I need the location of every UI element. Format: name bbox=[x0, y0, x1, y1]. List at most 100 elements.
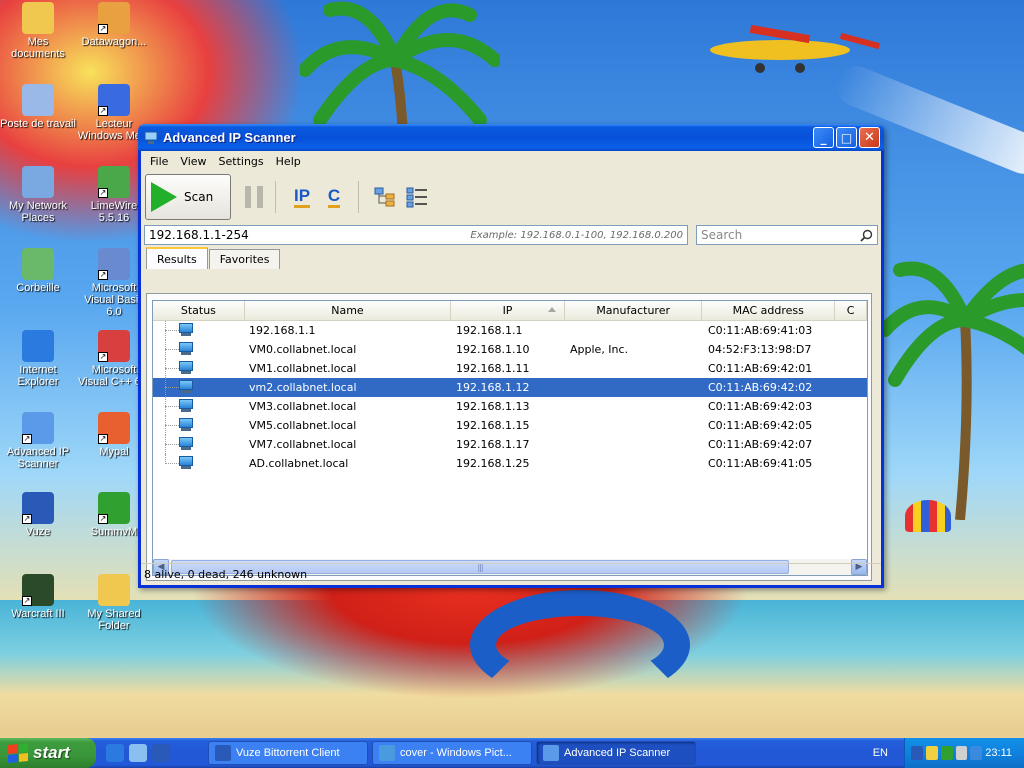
computer-online-icon bbox=[179, 361, 193, 376]
table-row[interactable]: VM1.collabnet.local 192.168.1.11 C0:11:AB:… bbox=[153, 359, 867, 378]
desktop-icon-label: Internet Explorer bbox=[17, 364, 59, 388]
antivirus-tray-icon[interactable] bbox=[940, 746, 953, 760]
scan-class-c-button[interactable]: C bbox=[322, 185, 346, 209]
shortcut-arrow-icon: ↗ bbox=[98, 514, 108, 524]
column-header-name[interactable]: Name bbox=[245, 301, 452, 320]
minimize-button[interactable]: _ bbox=[813, 127, 834, 148]
shortcut-arrow-icon: ↗ bbox=[22, 434, 32, 444]
ip-cell: 192.168.1.12 bbox=[456, 381, 530, 394]
network-tray-icon[interactable] bbox=[925, 746, 938, 760]
desktop-icon[interactable]: ↗ Vuze bbox=[0, 492, 76, 538]
status-cell bbox=[153, 321, 245, 340]
desktop-icon[interactable]: Mes documents bbox=[0, 2, 76, 60]
desktop-icon-label: My Network Places bbox=[8, 200, 68, 224]
desktop-icon[interactable]: My Network Places bbox=[0, 166, 76, 224]
search-input[interactable] bbox=[701, 228, 851, 242]
advanced-ip-scanner-window[interactable]: Advanced IP Scanner _ □ ✕ File View Sett… bbox=[138, 124, 884, 588]
scan-ip-subnet-button[interactable]: IP bbox=[290, 185, 314, 209]
system-tray: 23:11 bbox=[904, 738, 1024, 768]
tab-favorites[interactable]: Favorites bbox=[208, 249, 281, 269]
ip-range-input[interactable]: 192.168.1.1-254 Example: 192.168.0.1-100… bbox=[144, 225, 688, 245]
status-text: 8 alive, 0 dead, 246 unknown bbox=[144, 568, 308, 581]
menu-file[interactable]: File bbox=[144, 155, 174, 168]
list-rows: 192.168.1.1 192.168.1.1 C0:11:AB:69:41:03 V… bbox=[153, 321, 867, 473]
collapse-tree-icon bbox=[406, 187, 427, 208]
taskbar: start Vuze Bittorrent Client cover - Wind… bbox=[0, 738, 1024, 768]
menu-help[interactable]: Help bbox=[270, 155, 307, 168]
desktop-icon[interactable]: ↗ Datawagon... bbox=[76, 2, 152, 48]
toolbar: Scan IP C bbox=[141, 171, 881, 223]
search-box[interactable] bbox=[696, 225, 878, 245]
table-row[interactable]: vm2.collabnet.local 192.168.1.12 C0:11:AB:… bbox=[153, 378, 867, 397]
safely-remove-tray-icon[interactable] bbox=[970, 746, 983, 760]
scan-button[interactable]: Scan bbox=[145, 174, 231, 220]
volume-tray-icon[interactable] bbox=[955, 746, 968, 760]
ip-range-example: Example: 192.168.0.1-100, 192.168.0.200 bbox=[470, 229, 683, 241]
desktop-icon[interactable]: Corbeille bbox=[0, 248, 76, 294]
desktop-icon[interactable]: ↗ Advanced IP Scanner bbox=[0, 412, 76, 470]
shortcut-arrow-icon: ↗ bbox=[98, 270, 108, 280]
toolbar-separator bbox=[275, 181, 276, 213]
taskbar-button[interactable]: Advanced IP Scanner bbox=[536, 741, 696, 765]
status-cell bbox=[153, 340, 245, 359]
warcraft-icon: ↗ bbox=[22, 574, 54, 606]
desktop-icon-label: Datawagon... bbox=[81, 36, 147, 48]
wallpaper-palm bbox=[878, 260, 1024, 521]
status-cell bbox=[153, 397, 245, 416]
close-icon: ✕ bbox=[864, 130, 875, 145]
table-row[interactable]: 192.168.1.1 192.168.1.1 C0:11:AB:69:41:03 bbox=[153, 321, 867, 340]
mac-cell: C0:11:AB:69:42:01 bbox=[708, 362, 813, 375]
column-header-mac[interactable]: MAC address bbox=[702, 301, 836, 320]
name-cell: AD.collabnet.local bbox=[249, 457, 349, 470]
menu-view[interactable]: View bbox=[174, 155, 212, 168]
shortcut-arrow-icon: ↗ bbox=[98, 352, 108, 362]
vuze-icon[interactable] bbox=[152, 744, 170, 762]
table-row[interactable]: VM7.collabnet.local 192.168.1.17 C0:11:AB:… bbox=[153, 435, 867, 454]
desktop-icon[interactable]: Internet Explorer bbox=[0, 330, 76, 388]
language-indicator[interactable]: EN bbox=[873, 747, 888, 759]
window-titlebar[interactable]: Advanced IP Scanner _ □ ✕ bbox=[138, 124, 884, 151]
table-row[interactable]: VM0.collabnet.local 192.168.1.10 Apple, In… bbox=[153, 340, 867, 359]
table-row[interactable]: VM3.collabnet.local 192.168.1.13 C0:11:AB:… bbox=[153, 397, 867, 416]
ip-cell: 192.168.1.1 bbox=[456, 324, 523, 337]
vuze-tray-icon[interactable] bbox=[911, 746, 923, 760]
folder-documents-icon bbox=[22, 2, 54, 34]
search-icon[interactable] bbox=[860, 229, 873, 242]
menu-bar: File View Settings Help bbox=[141, 151, 881, 171]
shortcut-arrow-icon: ↗ bbox=[98, 188, 108, 198]
computer-online-icon bbox=[179, 418, 193, 433]
close-button[interactable]: ✕ bbox=[859, 127, 880, 148]
internet-explorer-icon[interactable] bbox=[106, 744, 124, 762]
menu-settings[interactable]: Settings bbox=[213, 155, 270, 168]
taskbar-button[interactable]: cover - Windows Pict... bbox=[372, 741, 532, 765]
results-panel: Status Name IP Manufacturer MAC address … bbox=[146, 293, 872, 581]
advanced-ip-scanner-icon bbox=[543, 745, 559, 761]
status-bar: 8 alive, 0 dead, 246 unknown bbox=[141, 563, 881, 585]
taskbar-button[interactable]: Vuze Bittorrent Client bbox=[208, 741, 368, 765]
show-desktop-icon[interactable] bbox=[129, 744, 147, 762]
collapse-all-button[interactable] bbox=[405, 185, 429, 209]
results-list[interactable]: Status Name IP Manufacturer MAC address … bbox=[152, 300, 868, 576]
status-cell bbox=[153, 359, 245, 378]
ip-subnet-icon: IP bbox=[293, 186, 311, 208]
desktop-icon-label: Mes documents bbox=[11, 36, 65, 60]
pause-button[interactable] bbox=[245, 186, 263, 208]
maximize-button[interactable]: □ bbox=[836, 127, 857, 148]
column-header-status[interactable]: Status bbox=[153, 301, 245, 320]
computer-online-icon bbox=[179, 437, 193, 452]
clock[interactable]: 23:11 bbox=[985, 747, 1012, 759]
table-row[interactable]: AD.collabnet.local 192.168.1.25 C0:11:AB:6… bbox=[153, 454, 867, 473]
column-header-ip[interactable]: IP bbox=[451, 301, 565, 320]
desktop-icon[interactable]: ↗ Warcraft III bbox=[0, 574, 76, 620]
column-header-comments[interactable]: C bbox=[835, 301, 867, 320]
start-button[interactable]: start bbox=[0, 738, 96, 768]
ip-cell: 192.168.1.25 bbox=[456, 457, 530, 470]
tab-results[interactable]: Results bbox=[146, 247, 208, 269]
table-row[interactable]: VM5.collabnet.local 192.168.1.15 C0:11:AB:… bbox=[153, 416, 867, 435]
desktop-icon[interactable]: Poste de travail bbox=[0, 84, 76, 130]
computer-online-icon bbox=[179, 342, 193, 357]
expand-all-button[interactable] bbox=[373, 185, 397, 209]
scummvm-icon: ↗ bbox=[98, 492, 130, 524]
desktop-icon-label: Warcraft III bbox=[11, 608, 65, 620]
column-header-manufacturer[interactable]: Manufacturer bbox=[565, 301, 703, 320]
